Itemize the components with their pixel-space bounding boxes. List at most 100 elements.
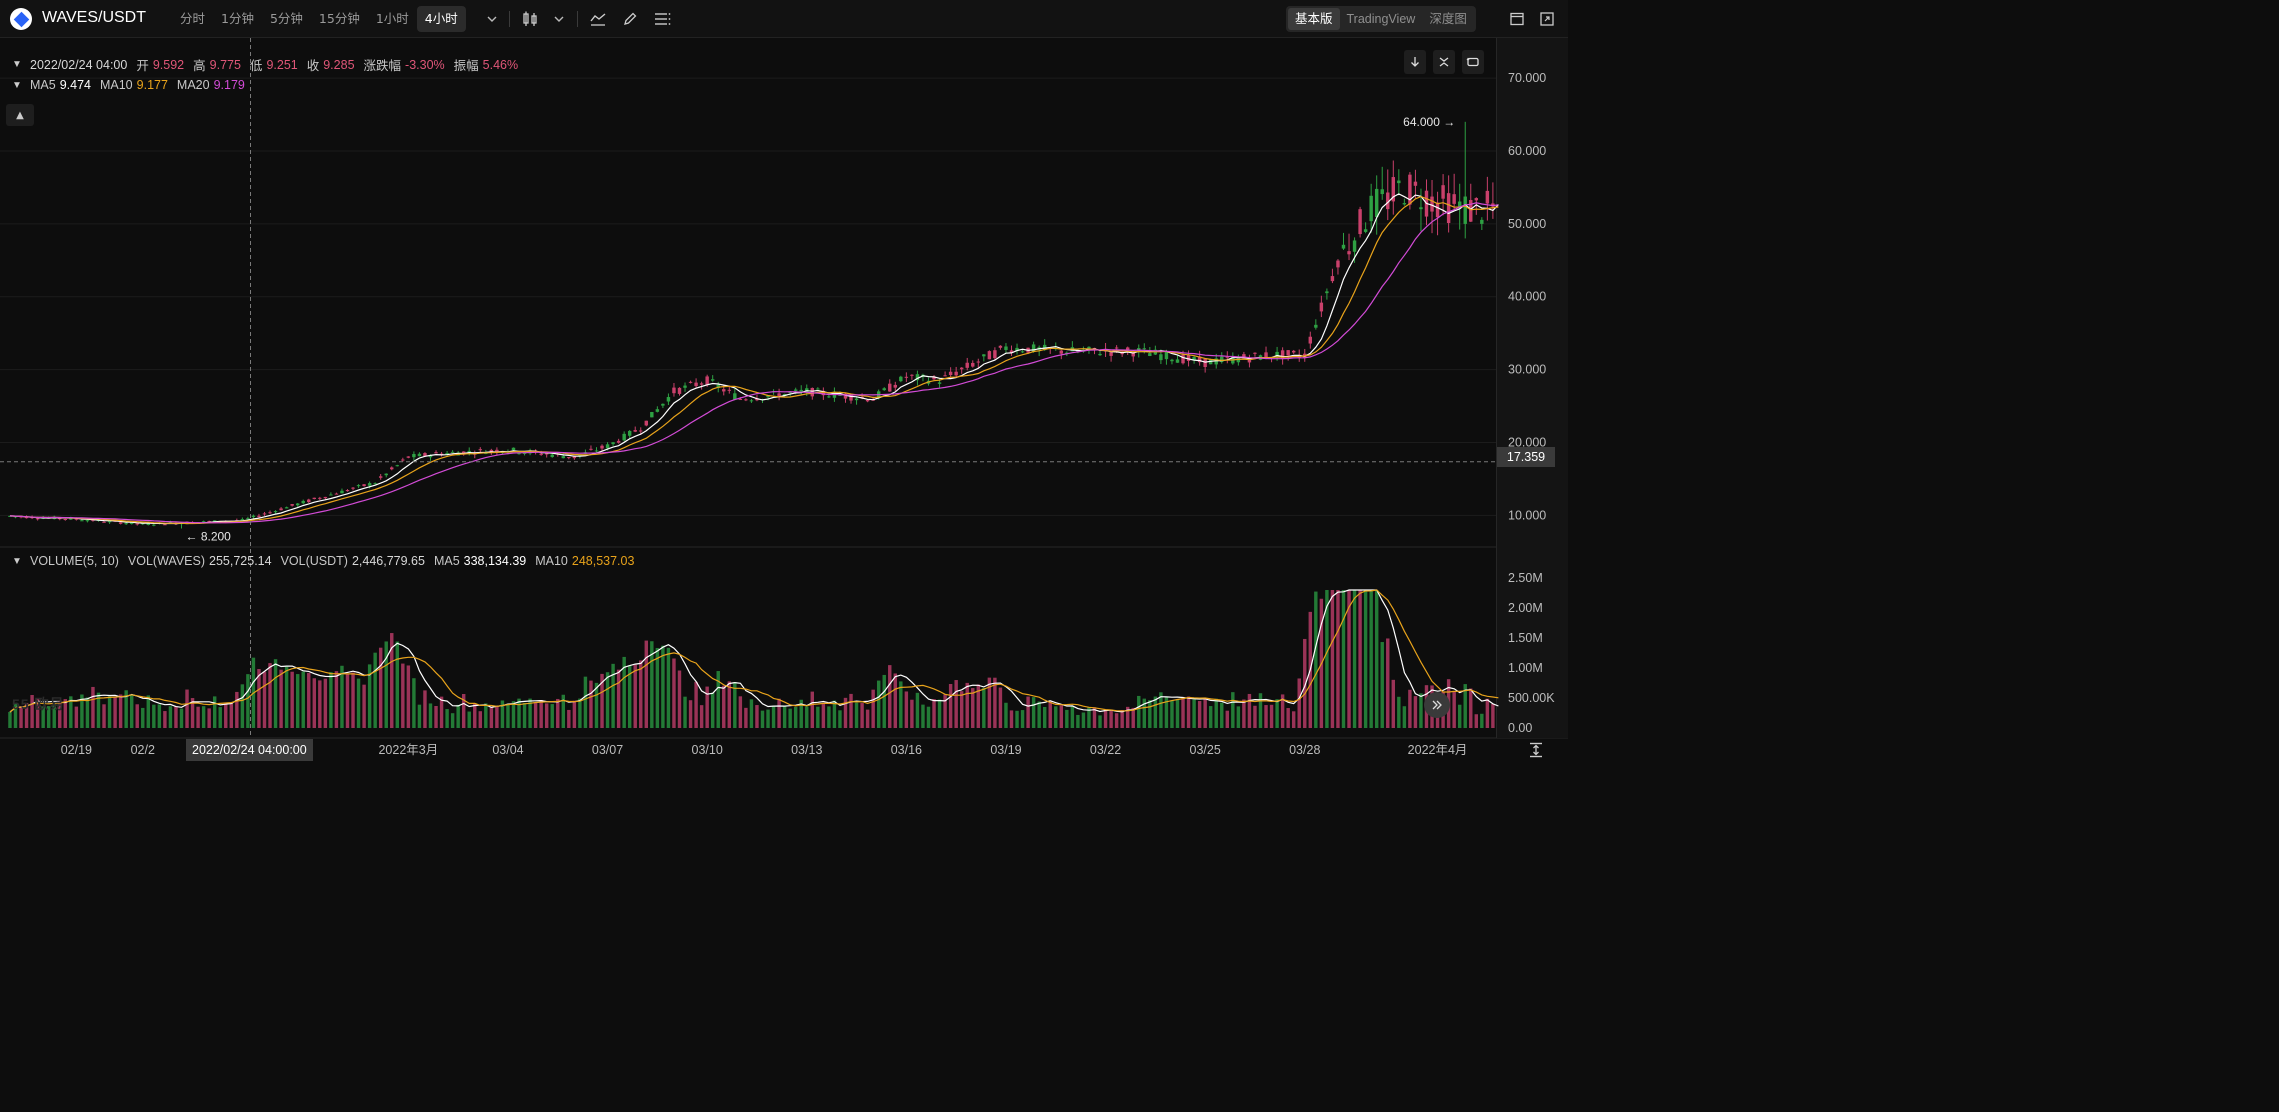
volume-bar-down [279,669,283,728]
volume-bar-down [362,684,366,728]
chevron-down-icon[interactable]: ▼ [12,80,22,91]
candle-up [417,453,422,457]
volume-bar-up [373,652,377,728]
volume-axis-label: 2.00M [1508,601,1543,615]
price-axis-label: 40.000 [1508,290,1546,304]
volume-bar-down [688,700,693,728]
chart-canvas[interactable]: 70.00060.00050.00040.00030.00020.00010.0… [0,0,1568,765]
candle-up [1020,351,1025,353]
candle-down [478,449,483,451]
amplitude-value: 5.46% [482,57,519,72]
watermark-logo: 55 欧易 [12,696,65,712]
volume-bar-down [334,671,339,728]
candle-up [124,523,128,525]
volume-bar-up [788,708,792,728]
volume-bar-down [489,707,494,728]
volume-bar-up [1070,706,1075,728]
volume-bar-down [777,698,781,728]
candle-up [356,485,361,487]
candle-up [251,515,256,518]
close-value: 9.285 [323,57,355,72]
candle-down [672,387,676,394]
candle-up [1463,196,1467,224]
candle-up [450,451,455,453]
volume-bar-down [932,699,936,728]
scroll-down-arrow-icon[interactable] [1404,50,1426,74]
volume-bar-up [273,659,278,728]
volume-bar-up [1374,590,1379,728]
volume-bar-down [639,660,643,728]
candle-up [395,465,400,467]
volume-bar-down [556,698,560,728]
volume-bar-up [1015,710,1019,728]
volume-bar-up [854,702,859,728]
volume-bar-up [152,704,156,728]
date-axis-label: 03/04 [492,743,523,757]
volume-bar-down [1114,713,1119,728]
candle-up [1402,203,1407,205]
volume-bar-up [168,706,173,728]
reset-view-icon[interactable] [1462,50,1484,74]
volume-bar-up [240,684,245,728]
volume-bar-down [423,690,427,728]
chevron-down-icon[interactable]: ▼ [12,59,22,70]
low-label: 低 [249,59,263,73]
candle-down [307,499,311,503]
volume-bar-down [1009,710,1014,728]
volume-bar-up [284,666,289,728]
candle-down [1446,193,1451,224]
volume-bar-up [1170,700,1174,728]
volume-bar-up [793,707,798,728]
volume-bar-up [816,706,820,728]
candle-down [1186,354,1191,361]
ma20-line [9,202,1499,524]
candle-down [1441,185,1445,199]
volume-axis-label: 1.50M [1508,631,1543,645]
volume-bar-up [412,678,416,728]
volume-ma10-line [9,589,1499,713]
scroll-to-latest-icon[interactable] [1424,692,1450,718]
candle-down [971,362,975,367]
volume-bar-up [445,709,449,728]
candle-up [683,385,687,388]
candle-down [323,496,328,499]
candle-up [550,454,554,457]
volume-bar-down [401,663,405,728]
volume-bar-up [301,671,305,728]
date-axis-label: 02/2 [131,743,155,757]
volume-bar-down [224,702,228,728]
volume-bar-up [710,692,715,728]
volume-bar-down [1408,689,1412,728]
volume-bar-up [1314,591,1318,728]
volume-bar-down [113,697,117,728]
vol-ma10-value: 248,537.03 [571,554,635,568]
volume-bar-down [163,711,167,728]
candle-up [793,389,798,391]
volume-bar-down [959,691,964,728]
fit-chart-icon[interactable] [1526,740,1546,760]
volume-bar-down [1474,714,1479,728]
volume-bar-up [8,711,12,728]
chevron-down-icon[interactable]: ▼ [12,556,22,567]
volume-bar-down [1330,590,1335,728]
candle-down [904,376,909,378]
volume-bar-up [782,705,787,728]
candle-down [1109,352,1113,356]
compress-icon[interactable] [1433,50,1455,74]
candle-down [865,399,870,402]
candle-down [1413,181,1418,186]
candle-down [1059,350,1064,354]
candle-down [1336,260,1340,268]
candle-down [35,518,40,520]
volume-bar-down [738,696,743,728]
collapse-legend-chevron-up-icon[interactable]: ▲ [6,104,34,126]
volume-bar-down [1203,698,1207,728]
volume-bar-up [1192,699,1196,728]
vol-usdt-label: VOL(USDT) [280,554,348,568]
candle-up [650,411,654,418]
candle-down [1452,194,1456,204]
volume-bar-up [85,697,90,728]
volume-bar-up [129,694,134,728]
ma10-label: MA10 [99,78,133,92]
volume-bar-down [439,696,444,728]
